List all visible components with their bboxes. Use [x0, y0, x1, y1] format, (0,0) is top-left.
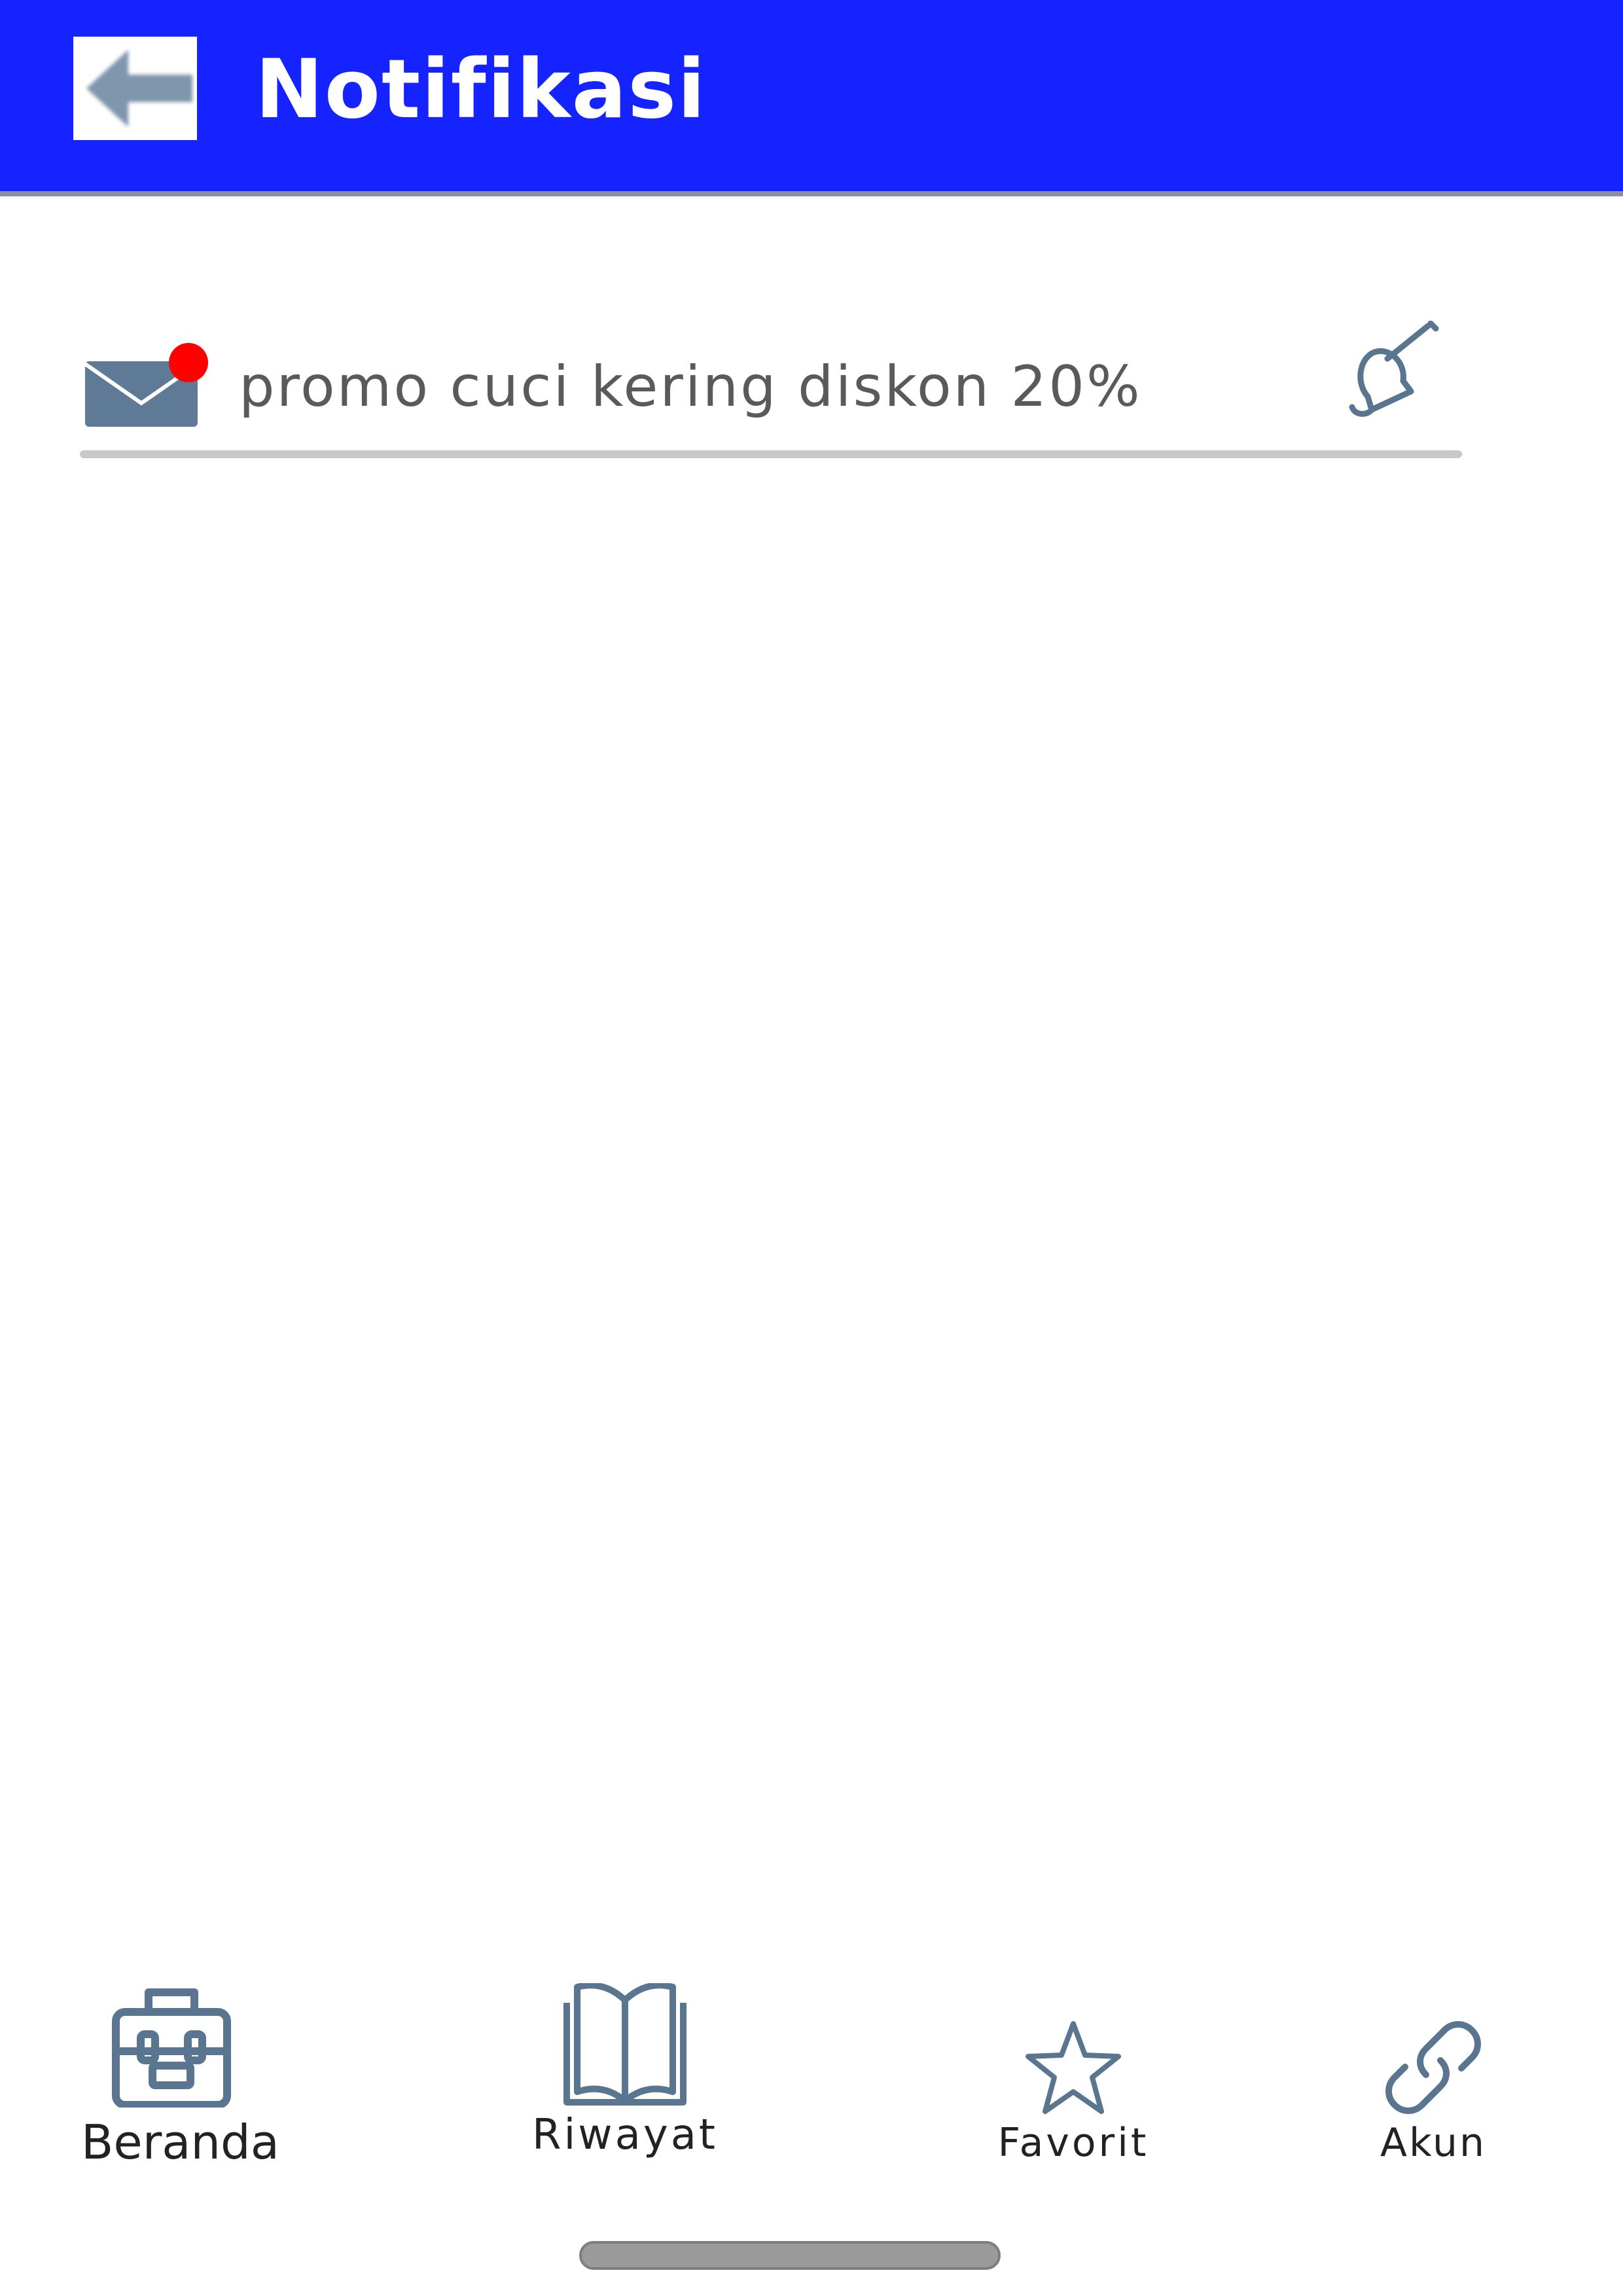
back-button[interactable]: [73, 37, 197, 140]
nav-item-akun[interactable]: Akun: [1368, 1983, 1499, 2168]
nav-item-riwayat[interactable]: Riwayat: [524, 1983, 726, 2161]
page-title: Notifikasi: [255, 43, 707, 137]
app-header: Notifikasi: [0, 0, 1623, 196]
nav-label-riwayat: Riwayat: [532, 2111, 718, 2159]
mail-icon: [84, 343, 209, 428]
unread-dot: [169, 343, 208, 382]
bottom-navigation: Beranda Riwayat Favorit Akun: [0, 1983, 1623, 2206]
nav-item-beranda[interactable]: Beranda: [73, 1983, 279, 2172]
nav-label-beranda: Beranda: [81, 2115, 279, 2170]
nav-label-akun: Akun: [1380, 2120, 1486, 2166]
notification-screen: Notifikasi promo cuci kering diskon 20%: [0, 0, 1623, 2296]
notification-divider: [80, 450, 1462, 458]
nav-label-favorit: Favorit: [997, 2120, 1149, 2166]
home-indicator[interactable]: [579, 2241, 1001, 2270]
nav-item-favorit[interactable]: Favorit: [995, 1983, 1152, 2168]
book-icon: [562, 1983, 688, 2108]
briefcase-icon: [109, 1983, 234, 2108]
notification-text: promo cuci kering diskon 20%: [239, 354, 1142, 420]
bell-icon[interactable]: [1343, 321, 1440, 418]
star-icon: [1024, 2020, 1122, 2117]
notification-item[interactable]: promo cuci kering diskon 20%: [80, 321, 1462, 466]
arrow-left-icon: [73, 37, 197, 140]
link-icon: [1384, 2018, 1482, 2117]
